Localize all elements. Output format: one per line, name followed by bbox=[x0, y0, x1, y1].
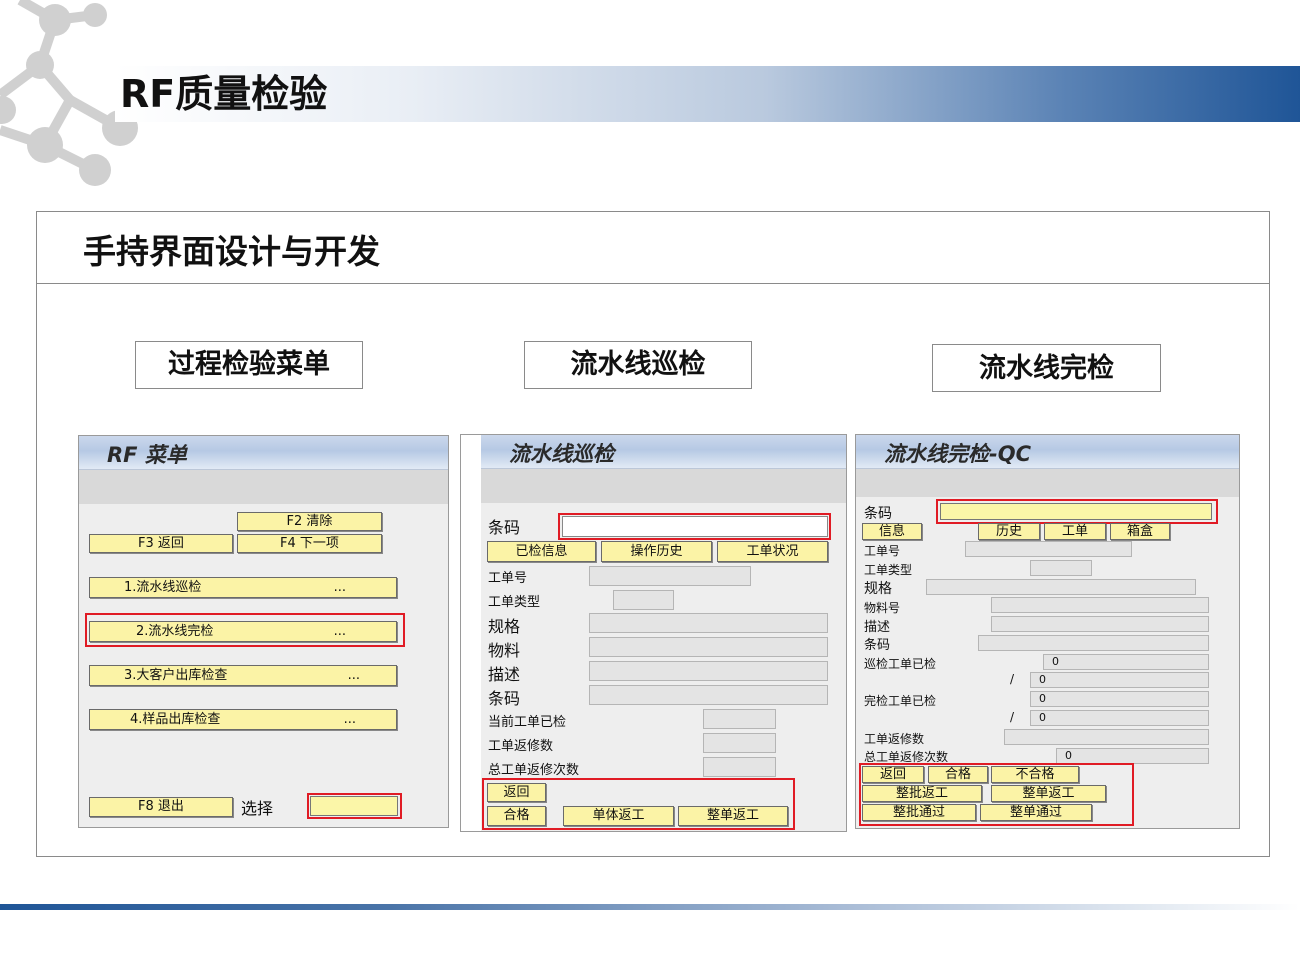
caption-line-final: 流水线完检 bbox=[932, 344, 1161, 392]
order-type-field bbox=[613, 590, 674, 610]
history-button[interactable]: 历史 bbox=[978, 523, 1040, 540]
barcode-label: 条码 bbox=[864, 506, 892, 522]
spec-label: 规格 bbox=[488, 617, 521, 636]
order-button[interactable]: 工单 bbox=[1044, 523, 1106, 540]
highlight-box bbox=[85, 613, 405, 647]
menu-item-key-account[interactable]: 3.大客户出库检查 ... bbox=[89, 665, 397, 686]
menu-item-label: 4.样品出库检查 bbox=[130, 712, 221, 727]
spec-field bbox=[589, 613, 828, 633]
line-patrol-title: 流水线巡检 bbox=[509, 442, 614, 466]
order-no-label: 工单号 bbox=[864, 544, 901, 558]
order-type-label: 工单类型 bbox=[488, 595, 541, 610]
barcode2-label: 条码 bbox=[488, 689, 521, 708]
rf-menu-title: RF 菜单 bbox=[107, 443, 187, 467]
caption-process-menu: 过程检验菜单 bbox=[135, 341, 363, 389]
description-field bbox=[589, 661, 828, 681]
material-no-field bbox=[991, 597, 1209, 613]
select-label: 选择 bbox=[241, 799, 274, 818]
highlight-box bbox=[482, 778, 795, 830]
barcode-label: 条码 bbox=[488, 518, 521, 537]
menu-item-sample-check[interactable]: 4.样品出库检查 ... bbox=[89, 709, 397, 730]
order-no-field bbox=[589, 566, 751, 586]
barcode2-field bbox=[978, 635, 1209, 651]
order-no-label: 工单号 bbox=[488, 571, 528, 586]
highlight-box bbox=[307, 793, 402, 819]
left-strip bbox=[461, 435, 481, 831]
order-type-label: 工单类型 bbox=[864, 563, 913, 577]
f3-back-button[interactable]: F3 返回 bbox=[89, 534, 233, 553]
menu-item-ellipsis: ... bbox=[333, 580, 346, 595]
f4-next-button[interactable]: F4 下一项 bbox=[237, 534, 382, 553]
f2-clear-button[interactable]: F2 清除 bbox=[237, 512, 382, 531]
spec-label: 规格 bbox=[864, 581, 892, 597]
menu-item-label: 3.大客户出库检查 bbox=[124, 668, 228, 683]
spec-field bbox=[926, 579, 1196, 595]
f8-exit-button[interactable]: F8 退出 bbox=[89, 797, 233, 817]
line-final-qc-screen: 流水线完检-QC 条码 信息 历史 工单 箱盒 工单号 工单类型 规格 物料号 … bbox=[855, 434, 1240, 829]
order-no-field bbox=[965, 541, 1132, 557]
material-no-label: 物料号 bbox=[864, 601, 901, 615]
line-patrol-toolbar-area bbox=[481, 469, 846, 503]
operation-history-button[interactable]: 操作历史 bbox=[601, 541, 712, 562]
current-checked-label: 当前工单已检 bbox=[488, 715, 567, 730]
patrol-checked-label: 巡检工单已检 bbox=[864, 657, 937, 671]
order-status-button[interactable]: 工单状况 bbox=[717, 541, 828, 562]
line-patrol-screen: 流水线巡检 条码 已检信息 操作历史 工单状况 工单号 工单类型 规格 物料 描… bbox=[460, 434, 847, 832]
menu-item-ellipsis: ... bbox=[347, 668, 360, 683]
rework-count-field bbox=[703, 733, 776, 753]
total-rework-label: 总工单返修次数 bbox=[488, 763, 580, 778]
highlight-box bbox=[859, 763, 1134, 826]
current-checked-field bbox=[703, 709, 776, 729]
description-field bbox=[991, 616, 1209, 632]
rf-menu-toolbar-area bbox=[79, 470, 448, 504]
page-title: RF质量检验 bbox=[120, 72, 328, 116]
section-title: 手持界面设计与开发 bbox=[83, 232, 380, 271]
menu-item-ellipsis: ... bbox=[343, 712, 356, 727]
rf-menu-screen: RF 菜单 F2 清除 F3 返回 F4 下一项 1.流水线巡检 ... 2.流… bbox=[78, 435, 449, 828]
menu-item-label: 1.流水线巡检 bbox=[124, 580, 202, 595]
info-button[interactable]: 信息 bbox=[862, 523, 922, 540]
material-label: 物料 bbox=[488, 641, 521, 660]
description-label: 描述 bbox=[864, 620, 891, 635]
menu-item-line-patrol[interactable]: 1.流水线巡检 ... bbox=[89, 577, 397, 598]
description-label: 描述 bbox=[488, 665, 521, 684]
footer-line bbox=[0, 904, 1300, 910]
line-final-toolbar-area bbox=[856, 469, 1239, 497]
box-button[interactable]: 箱盒 bbox=[1110, 523, 1170, 540]
total-rework-field: 0 bbox=[1056, 748, 1209, 764]
slash-separator: / bbox=[1010, 710, 1015, 724]
barcode2-field bbox=[589, 685, 828, 705]
line-final-title: 流水线完检-QC bbox=[884, 442, 1031, 466]
caption-line-patrol: 流水线巡检 bbox=[524, 341, 752, 389]
line-final-titlebar: 流水线完检-QC bbox=[856, 435, 1239, 469]
rf-menu-titlebar: RF 菜单 bbox=[79, 436, 448, 470]
rework-count-label: 工单返修数 bbox=[488, 739, 554, 754]
final-total-field: 0 bbox=[1030, 710, 1209, 726]
rework-count-label: 工单返修数 bbox=[864, 732, 925, 746]
total-rework-field bbox=[703, 757, 776, 777]
highlight-box bbox=[558, 513, 831, 540]
material-field bbox=[589, 637, 828, 657]
order-type-field bbox=[1030, 560, 1092, 576]
rework-count-field bbox=[1004, 729, 1209, 745]
final-checked-label: 完检工单已检 bbox=[864, 694, 937, 708]
slash-separator: / bbox=[1010, 672, 1015, 686]
patrol-total-field: 0 bbox=[1030, 672, 1209, 688]
checked-info-button[interactable]: 已检信息 bbox=[487, 541, 596, 562]
highlight-box bbox=[936, 499, 1218, 524]
line-patrol-titlebar: 流水线巡检 bbox=[481, 435, 846, 469]
barcode2-label: 条码 bbox=[864, 638, 891, 653]
final-checked-field: 0 bbox=[1030, 691, 1209, 707]
patrol-checked-field: 0 bbox=[1043, 654, 1209, 670]
